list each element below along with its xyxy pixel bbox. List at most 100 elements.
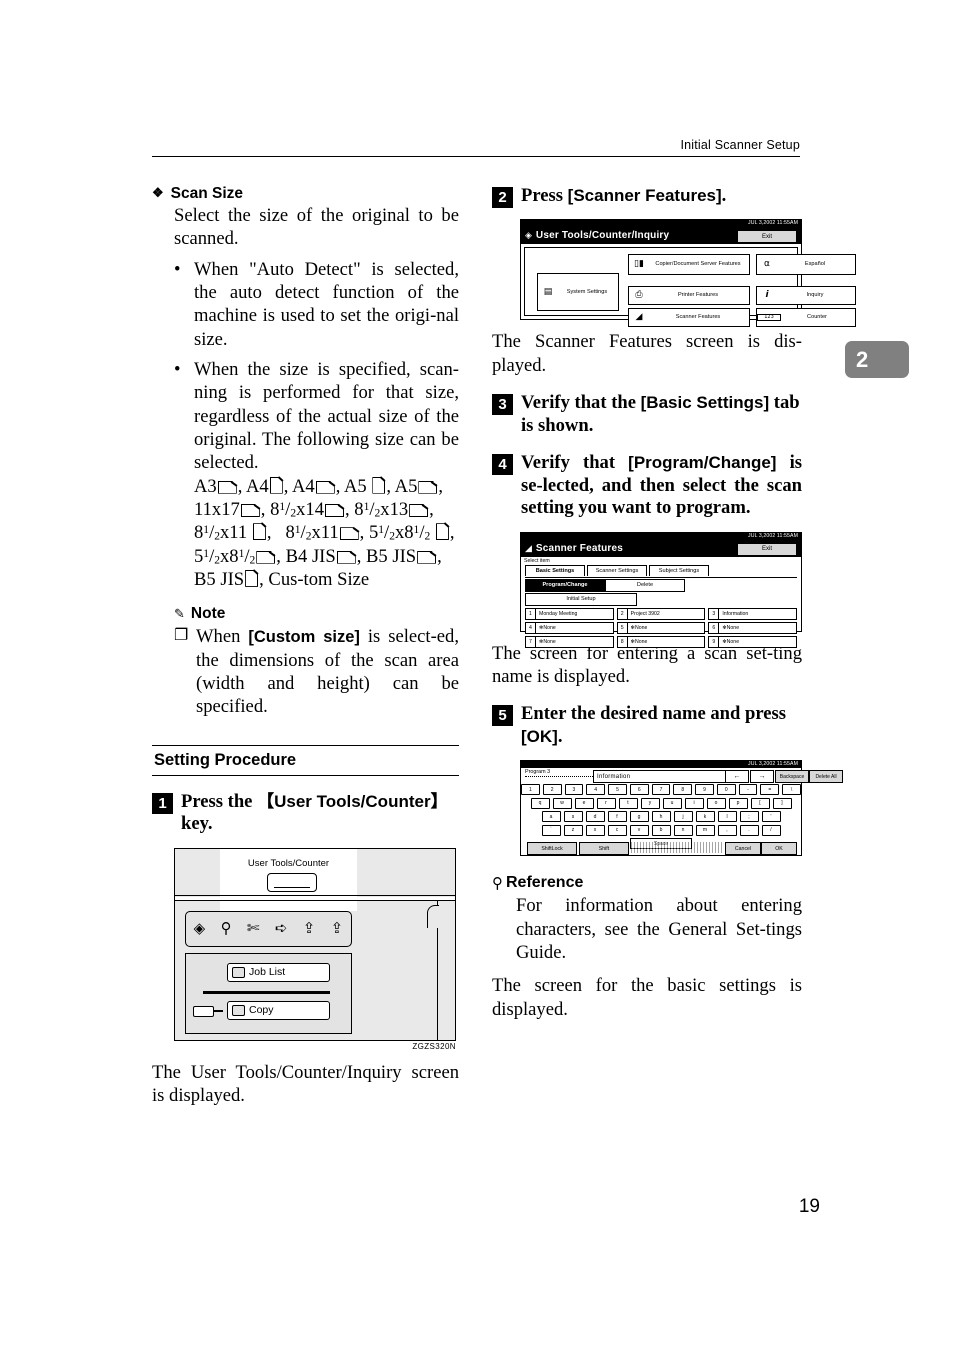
key[interactable]: / xyxy=(761,824,781,836)
key[interactable]: ` xyxy=(541,824,561,836)
list-item[interactable]: 8 ✻None xyxy=(616,635,706,648)
key[interactable]: 4 xyxy=(586,784,606,796)
user-tools-counter-key[interactable] xyxy=(267,872,317,892)
system-settings-button[interactable]: ▤ System Settings xyxy=(537,273,619,312)
key[interactable]: = xyxy=(760,784,780,796)
key[interactable]: 1 xyxy=(521,784,540,796)
key[interactable]: - xyxy=(738,784,758,796)
tab-scanner-settings[interactable]: Scanner Settings xyxy=(587,564,647,576)
key[interactable]: i xyxy=(684,797,704,809)
note-heading: ✎ Note xyxy=(174,605,459,623)
shift-lock-button[interactable]: ShiftLock xyxy=(527,842,577,856)
key[interactable]: . xyxy=(739,824,759,836)
key[interactable]: b xyxy=(651,824,671,836)
key[interactable]: 5 xyxy=(608,784,627,796)
printer-features-button[interactable]: ⎙ Printer Features xyxy=(628,286,750,306)
espanol-label: Español xyxy=(804,261,826,268)
key[interactable]: j xyxy=(673,811,693,823)
key[interactable]: c xyxy=(607,824,627,836)
key[interactable]: x xyxy=(585,824,605,836)
key[interactable]: 8 xyxy=(673,784,693,796)
key[interactable]: o xyxy=(706,797,726,809)
step-3-ui-term: [Basic Settings] xyxy=(640,393,770,413)
list-item[interactable]: 1 Monday Meeting xyxy=(525,607,614,620)
key[interactable]: , xyxy=(717,824,737,836)
list-item[interactable]: 5 ✻None xyxy=(616,621,706,634)
cursor-right-icon[interactable]: → xyxy=(750,770,774,784)
name-input-field[interactable]: Information xyxy=(593,770,726,784)
key[interactable]: e xyxy=(574,797,594,809)
key[interactable]: ] xyxy=(772,797,792,809)
key[interactable]: k xyxy=(695,811,715,823)
key[interactable]: \ xyxy=(782,784,801,796)
list-item-number: 9 xyxy=(709,636,720,647)
initial-setup-button[interactable]: Initial Setup xyxy=(525,592,637,606)
section-heading: Setting Procedure xyxy=(154,750,297,769)
list-item[interactable]: 3 Information xyxy=(708,607,797,620)
bullet-dot-icon: • xyxy=(174,258,181,280)
delete-all-button[interactable]: Delete All xyxy=(809,770,843,784)
key[interactable]: r xyxy=(596,797,616,809)
key[interactable]: d xyxy=(585,811,605,823)
key[interactable]: u xyxy=(662,797,682,809)
list-item-value: ✻None xyxy=(539,638,556,645)
key[interactable]: t xyxy=(618,797,638,809)
key[interactable]: l xyxy=(717,811,737,823)
setting-procedure-section: Setting Procedure xyxy=(152,744,459,776)
key[interactable]: q xyxy=(530,797,550,809)
key[interactable]: z xyxy=(563,824,583,836)
key[interactable]: a xyxy=(541,811,561,823)
backspace-button[interactable]: Backspace xyxy=(775,770,809,784)
key[interactable]: f xyxy=(607,811,627,823)
list-item[interactable]: 9 ✻None xyxy=(708,635,797,648)
key[interactable]: v xyxy=(629,824,649,836)
key[interactable]: g xyxy=(629,811,649,823)
load-alt-icon: ⇪ xyxy=(330,919,344,938)
espanol-button[interactable]: ⍺ Español xyxy=(756,254,856,276)
tab-basic-settings[interactable]: Basic Settings xyxy=(525,564,585,576)
job-list-label: Job List xyxy=(249,966,286,979)
list-item[interactable]: 6 ✻None xyxy=(708,621,797,634)
key[interactable]: n xyxy=(673,824,693,836)
panel-right-strip xyxy=(437,900,455,1040)
tab-subject-settings[interactable]: Subject Settings xyxy=(649,564,709,576)
key[interactable]: 2 xyxy=(542,784,562,796)
program-change-button[interactable]: Program/Change xyxy=(525,578,605,592)
cursor-left-icon[interactable]: ← xyxy=(725,770,749,784)
shift-button[interactable]: Shift xyxy=(579,842,629,856)
after-step-5-text: The screen for the basic settings is dis… xyxy=(492,975,802,1020)
cancel-button[interactable]: Cancel xyxy=(725,842,761,856)
delete-button[interactable]: Delete xyxy=(605,578,685,592)
note-heading-label: Note xyxy=(190,605,226,623)
copier-document-server-features-button[interactable]: ▯▮ Copier/Document Server Features xyxy=(628,254,750,276)
info-icon: i xyxy=(765,290,769,301)
list-item[interactable]: 2 Project 3902 xyxy=(616,607,706,620)
counter-button[interactable]: 123 Counter xyxy=(756,308,856,328)
step-5-text-before: Enter the desired name and press xyxy=(521,703,786,725)
key[interactable]: 0 xyxy=(716,784,736,796)
key[interactable]: h xyxy=(651,811,671,823)
key[interactable]: s xyxy=(563,811,583,823)
scanner-features-button[interactable]: ◢ Scanner Features xyxy=(628,308,750,328)
key[interactable]: ' xyxy=(761,811,781,823)
exit-button[interactable]: Exit xyxy=(737,542,797,556)
key[interactable]: ; xyxy=(739,811,759,823)
ok-button[interactable]: OK xyxy=(761,842,797,856)
step-3-text: Verify that the [Basic Settings] tab is … xyxy=(521,392,802,437)
exit-button[interactable]: Exit xyxy=(737,230,797,244)
list-item[interactable]: 4 ✻None xyxy=(525,621,614,634)
key[interactable]: 6 xyxy=(629,784,649,796)
key[interactable]: p xyxy=(728,797,748,809)
inquiry-button[interactable]: i Inquiry xyxy=(756,286,856,306)
job-list-button[interactable]: Job List xyxy=(227,962,330,982)
key[interactable]: 9 xyxy=(695,784,714,796)
step-3-number: 3 xyxy=(492,394,513,416)
list-item[interactable]: 7 ✻None xyxy=(525,635,614,648)
key[interactable]: 3 xyxy=(564,784,584,796)
key[interactable]: y xyxy=(640,797,660,809)
key[interactable]: 7 xyxy=(651,784,671,796)
key[interactable]: [ xyxy=(750,797,770,809)
copy-button[interactable]: Copy xyxy=(227,1000,330,1020)
key[interactable]: m xyxy=(695,824,715,836)
key[interactable]: w xyxy=(552,797,572,809)
